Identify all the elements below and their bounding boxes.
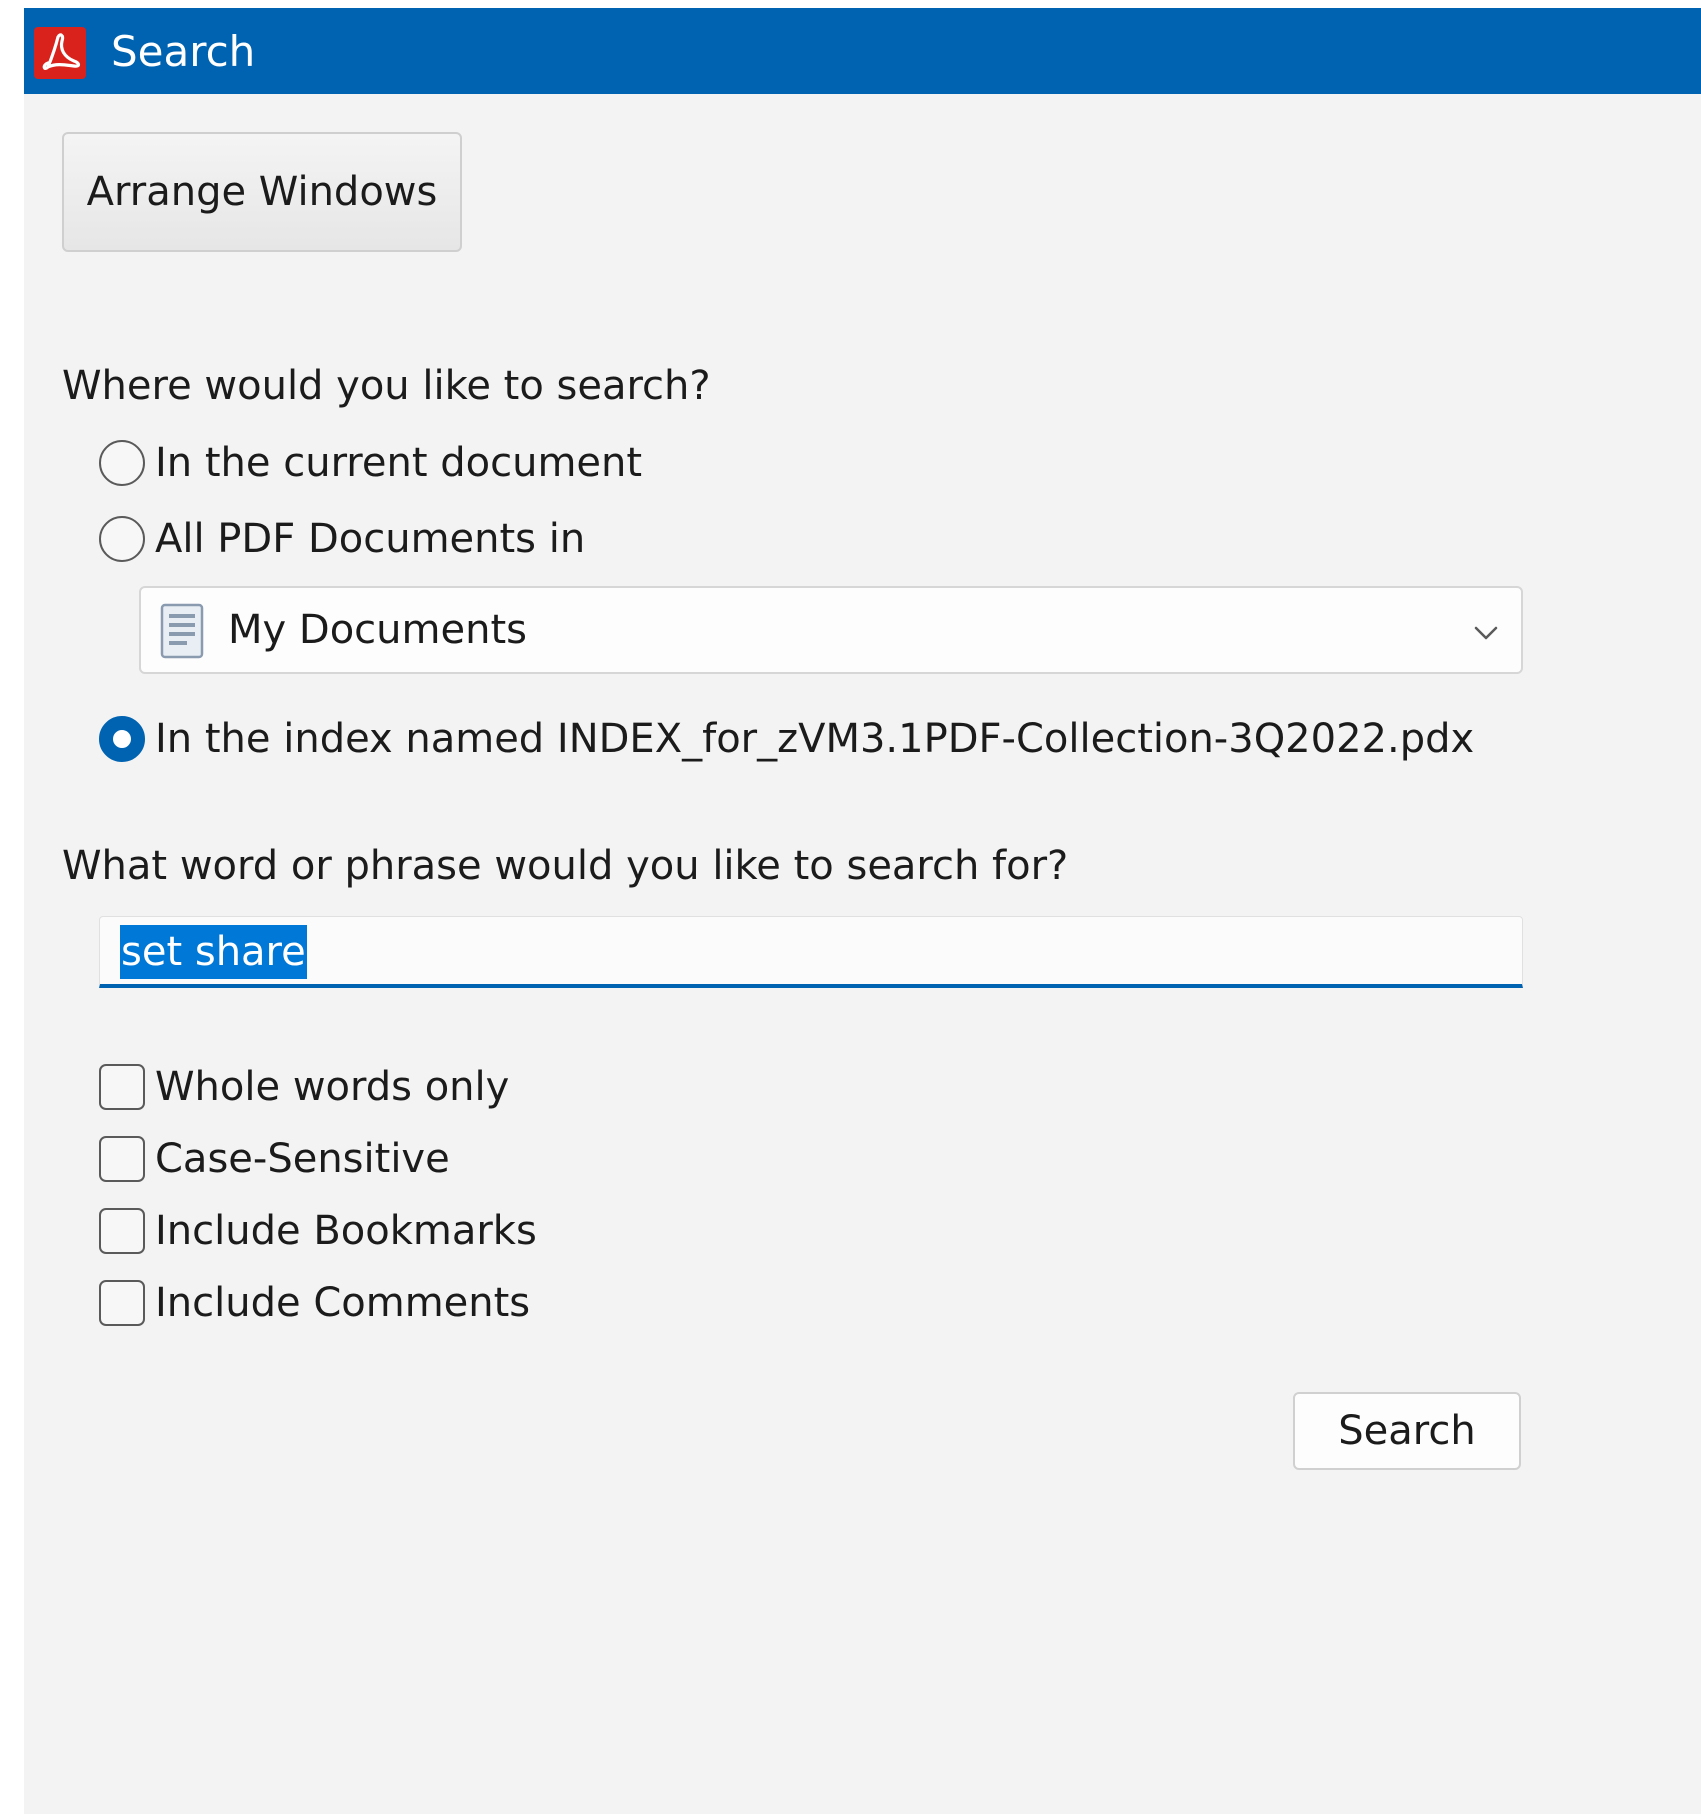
document-icon xyxy=(160,603,204,659)
search-phrase-value[interactable]: set share xyxy=(120,925,307,979)
dropdown-selected-value: My Documents xyxy=(228,607,527,653)
arrange-windows-button[interactable]: Arrange Windows xyxy=(62,132,462,252)
checkbox[interactable] xyxy=(99,1064,145,1110)
checkbox-include-bookmarks[interactable]: Include Bookmarks xyxy=(99,1207,537,1255)
radio-button-selected[interactable] xyxy=(99,716,145,762)
checkbox-whole-words[interactable]: Whole words only xyxy=(99,1063,509,1111)
radio-button[interactable] xyxy=(99,516,145,562)
radio-button[interactable] xyxy=(99,440,145,486)
checkbox[interactable] xyxy=(99,1208,145,1254)
where-question-label: Where would you like to search? xyxy=(62,363,711,409)
radio-all-pdf-documents[interactable]: All PDF Documents in xyxy=(99,515,585,563)
location-dropdown[interactable]: My Documents xyxy=(139,586,1523,674)
checkbox-label: Case-Sensitive xyxy=(155,1136,450,1182)
checkbox-case-sensitive[interactable]: Case-Sensitive xyxy=(99,1135,450,1183)
title-bar: Search xyxy=(24,8,1701,94)
window-title: Search xyxy=(111,27,256,76)
checkbox-label: Include Comments xyxy=(155,1280,531,1326)
what-question-label: What word or phrase would you like to se… xyxy=(62,843,1069,889)
checkbox-label: Include Bookmarks xyxy=(155,1208,537,1254)
radio-current-document[interactable]: In the current document xyxy=(99,439,642,487)
radio-label: In the index named INDEX_for_zVM3.1PDF-C… xyxy=(155,716,1475,762)
radio-index[interactable]: In the index named INDEX_for_zVM3.1PDF-C… xyxy=(99,715,1474,763)
checkbox-include-comments[interactable]: Include Comments xyxy=(99,1279,530,1327)
radio-label: All PDF Documents in xyxy=(155,516,586,562)
checkbox-label: Whole words only xyxy=(155,1064,510,1110)
search-button[interactable]: Search xyxy=(1293,1392,1521,1470)
radio-label: In the current document xyxy=(155,440,643,486)
search-window: Search Arrange Windows Where would you l… xyxy=(24,8,1701,1814)
acrobat-icon xyxy=(34,27,86,79)
checkbox[interactable] xyxy=(99,1136,145,1182)
search-phrase-input[interactable]: set share xyxy=(99,916,1523,988)
checkbox[interactable] xyxy=(99,1280,145,1326)
chevron-down-icon[interactable] xyxy=(1469,616,1503,650)
